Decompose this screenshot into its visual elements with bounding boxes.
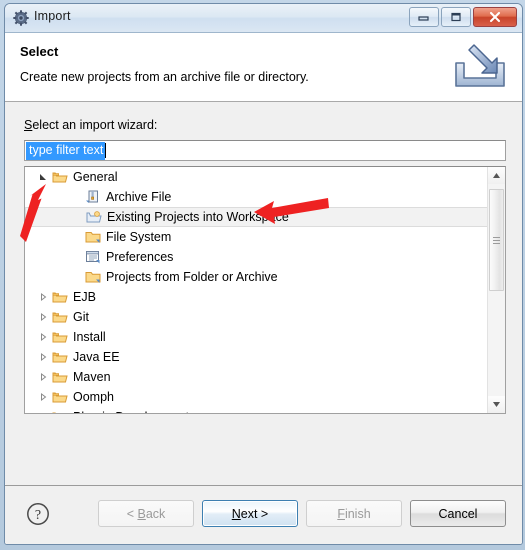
expander-collapsed-icon[interactable] [35, 373, 51, 381]
open-folder-icon [51, 290, 69, 304]
text-caret [105, 143, 107, 158]
page-title: Select [20, 44, 59, 59]
minimize-button[interactable] [409, 7, 439, 27]
filter-input[interactable]: type filter text [24, 140, 506, 161]
tree-row-label: Existing Projects into Workspace [107, 210, 289, 224]
expander-expanded-icon[interactable] [35, 173, 51, 181]
tree-row-label: Maven [73, 370, 111, 384]
svg-text:?: ? [35, 508, 41, 523]
title-bar[interactable]: Import [5, 4, 522, 33]
import-dialog-window: Import Select Create new projects from a… [4, 3, 523, 545]
folder-icon [84, 230, 102, 244]
preferences-icon [84, 250, 102, 264]
tree-scroll-port: General Archive File Existing Projects int… [25, 167, 488, 413]
tree-row[interactable]: EJB [25, 287, 488, 307]
dialog-footer: ? < Back Next > Finish Cancel [5, 486, 522, 544]
expander-collapsed-icon[interactable] [35, 353, 51, 361]
tree-row[interactable]: Maven [25, 367, 488, 387]
open-folder-icon [51, 170, 69, 184]
open-folder-icon [51, 370, 69, 384]
back-button: < Back [98, 500, 194, 527]
tree-row-label: Archive File [106, 190, 172, 204]
open-folder-icon [51, 390, 69, 404]
tree-row[interactable]: File System [25, 227, 488, 247]
scrollbar-grip-icon [493, 235, 500, 246]
expander-collapsed-icon[interactable] [35, 333, 51, 341]
tree-row[interactable]: Projects from Folder or Archive [25, 267, 488, 287]
wizard-banner: Select Create new projects from an archi… [5, 33, 522, 102]
page-description: Create new projects from an archive file… [20, 70, 309, 84]
tree-row[interactable]: Install [25, 327, 488, 347]
screen: Import Select Create new projects from a… [0, 0, 525, 550]
import-wizard-tree[interactable]: General Archive File Existing Projects int… [24, 166, 506, 414]
archive-file-icon [84, 190, 102, 204]
tree-row-label: Projects from Folder or Archive [106, 270, 278, 284]
expander-collapsed-icon[interactable] [35, 393, 51, 401]
button-label: < Back [126, 506, 166, 521]
tree-row-label: Install [73, 330, 106, 344]
open-folder-icon [51, 310, 69, 324]
tree-row-label: General [73, 170, 118, 184]
window-title: Import [34, 9, 71, 23]
expander-collapsed-icon[interactable] [35, 293, 51, 301]
tree-row-label: Preferences [106, 250, 174, 264]
tree-row[interactable]: Plug-in Development [25, 407, 488, 413]
tree-row-label: File System [106, 230, 172, 244]
dialog-body: Select an import wizard: type filter tex… [5, 102, 522, 484]
tree-row-selected[interactable]: Existing Projects into Workspace [25, 207, 488, 227]
scroll-down-icon[interactable] [488, 396, 505, 413]
close-button[interactable] [473, 7, 517, 27]
button-label: Next > [231, 506, 269, 521]
open-folder-icon [51, 330, 69, 344]
tree-vertical-scrollbar[interactable] [487, 167, 505, 413]
next-button[interactable]: Next > [202, 500, 298, 527]
wizard-field-label: Select an import wizard: [24, 118, 158, 132]
finish-button: Finish [306, 500, 402, 527]
gear-icon [13, 10, 29, 26]
folder-icon [84, 270, 102, 284]
tree-row[interactable]: Archive File [25, 187, 488, 207]
open-folder-icon [51, 350, 69, 364]
footer-button-row: < Back Next > Finish Cancel [98, 500, 506, 527]
tree-row-label: Git [73, 310, 89, 324]
tree-row[interactable]: Git [25, 307, 488, 327]
tree-row-label: Oomph [73, 390, 114, 404]
help-icon[interactable]: ? [26, 502, 50, 526]
tree-row[interactable]: Java EE [25, 347, 488, 367]
tree-row-label: Java EE [73, 350, 120, 364]
existing-projects-icon [85, 210, 103, 224]
tree-row[interactable]: General [25, 167, 488, 187]
import-wizard-icon [451, 41, 509, 93]
wizard-field-label-text: elect an import wizard: [32, 118, 158, 132]
window-controls [409, 7, 517, 27]
tree-row-label: Plug-in Development [69, 410, 189, 413]
tree-row-label: EJB [73, 290, 96, 304]
cancel-button[interactable]: Cancel [410, 500, 506, 527]
tree-row[interactable]: Oomph [25, 387, 488, 407]
expander-collapsed-icon[interactable] [35, 313, 51, 321]
open-folder-icon [51, 410, 69, 413]
scrollbar-thumb[interactable] [489, 189, 504, 291]
button-label: Finish [337, 506, 371, 521]
filter-input-value: type filter text [26, 141, 106, 160]
scroll-up-icon[interactable] [488, 167, 505, 184]
button-label: Cancel [438, 506, 478, 521]
maximize-button[interactable] [441, 7, 471, 27]
tree-row[interactable]: Preferences [25, 247, 488, 267]
